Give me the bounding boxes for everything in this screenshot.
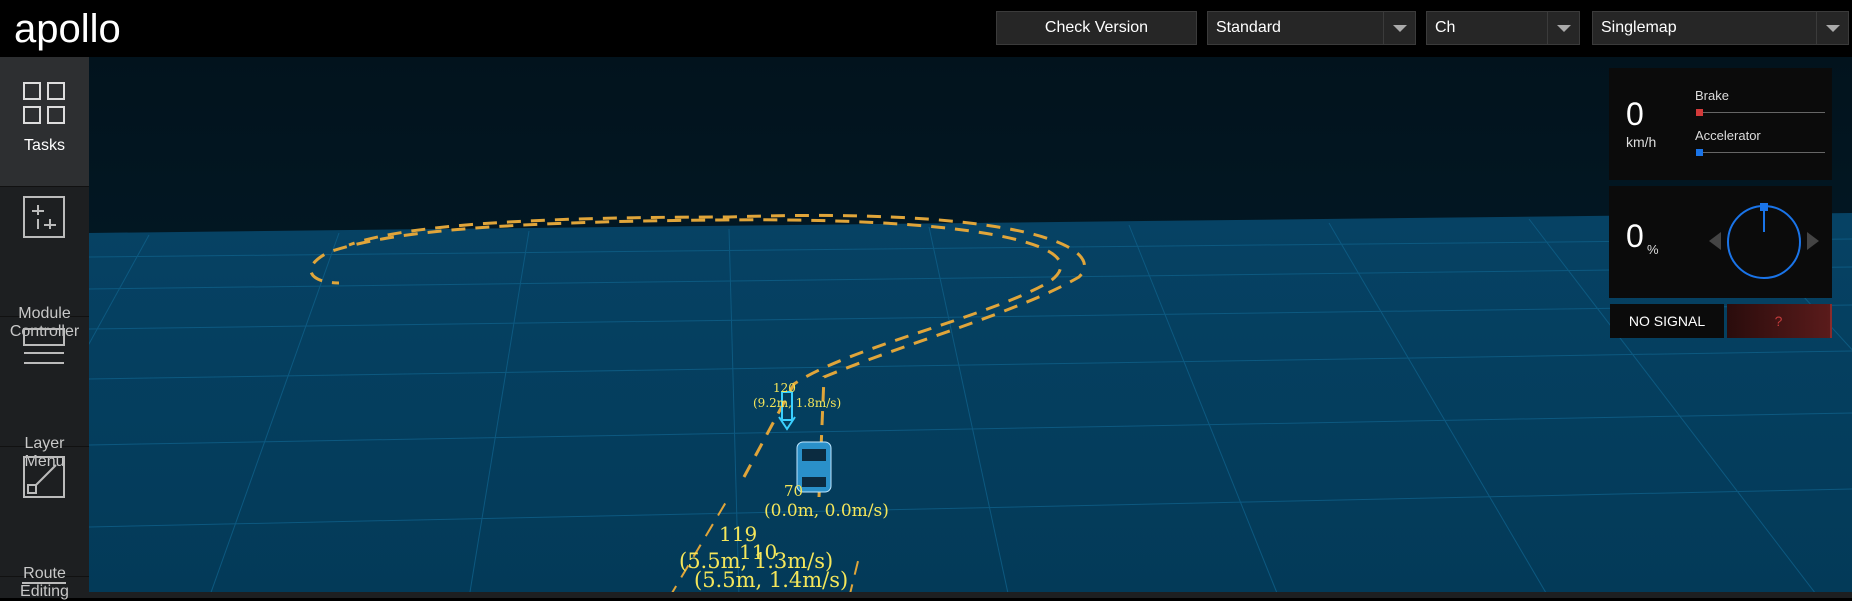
steering-wheel-gauge	[1709, 203, 1819, 279]
grid-icon	[23, 82, 65, 124]
sidebar-item-layer-menu[interactable]: Layer Menu	[0, 317, 89, 470]
accelerator-label: Accelerator	[1695, 128, 1761, 143]
svg-text:apollo: apollo	[14, 7, 121, 51]
sidebar-item-label-line: Route	[23, 565, 66, 582]
route-icon	[23, 456, 65, 498]
map-select[interactable]: Singlemap	[1592, 11, 1849, 45]
accelerator-track	[1697, 152, 1825, 153]
chevron-down-icon[interactable]	[1816, 12, 1848, 44]
steering-unit: %	[1647, 242, 1659, 257]
speed-panel: 0 km/h Brake Accelerator	[1609, 68, 1832, 180]
bottom-strip	[89, 592, 1852, 598]
accelerator-indicator	[1696, 149, 1703, 156]
brake-indicator	[1696, 109, 1703, 116]
obstacle-id-label: 110	[739, 540, 777, 564]
map-select-value: Singlemap	[1601, 19, 1677, 36]
top-bar: apollo Check Version Standard Ch Singlem…	[0, 0, 1852, 57]
sidebar-item-route-editing[interactable]: Route Editing	[0, 447, 89, 600]
obstacle-info-label: (0.0m, 0.0m/s)	[764, 501, 889, 521]
steering-panel: 0 %	[1609, 186, 1832, 298]
layers-icon	[23, 328, 65, 364]
steering-indicator	[1760, 203, 1768, 211]
obstacle-id-label: 120	[773, 381, 796, 395]
speed-value: 0	[1626, 96, 1644, 132]
speed-unit: km/h	[1626, 134, 1657, 150]
mode-select-value: Standard	[1216, 19, 1281, 36]
chevron-down-icon[interactable]	[1383, 12, 1415, 44]
traffic-signal-indicator: ?	[1727, 304, 1832, 338]
steering-value: 0	[1626, 218, 1644, 254]
language-select-value: Ch	[1435, 19, 1456, 36]
obstacle-info-label: (5.5m, 1.4m/s)	[694, 568, 848, 592]
apollo-logo: apollo	[14, 7, 121, 51]
sidebar-item-label: Tasks	[24, 137, 65, 154]
check-version-button[interactable]: Check Version	[996, 11, 1197, 45]
sidebar: Tasks Module Controller Layer Menu Route…	[0, 57, 89, 600]
more-icon[interactable]	[22, 582, 66, 600]
sliders-icon	[23, 196, 65, 238]
chevron-left-icon	[1709, 232, 1721, 250]
chevron-down-icon[interactable]	[1547, 12, 1579, 44]
sidebar-item-tasks[interactable]: Tasks	[0, 57, 89, 187]
brake-label: Brake	[1695, 88, 1729, 103]
brake-track	[1697, 112, 1825, 113]
obstacle-id-label: 70	[784, 482, 803, 500]
sidebar-item-module-controller[interactable]: Module Controller	[0, 187, 89, 340]
obstacle-info-label: (9.2m, 1.8m/s)	[753, 396, 841, 410]
language-select[interactable]: Ch	[1426, 11, 1580, 45]
chevron-right-icon	[1807, 232, 1819, 250]
3d-scene[interactable]: 120 (9.2m, 1.8m/s) 70 (0.0m, 0.0m/s) 119…	[89, 57, 1852, 598]
mode-select[interactable]: Standard	[1207, 11, 1416, 45]
traffic-signal-status: NO SIGNAL	[1610, 304, 1724, 338]
scene-canvas[interactable]: 120 (9.2m, 1.8m/s) 70 (0.0m, 0.0m/s) 119…	[89, 57, 1852, 598]
